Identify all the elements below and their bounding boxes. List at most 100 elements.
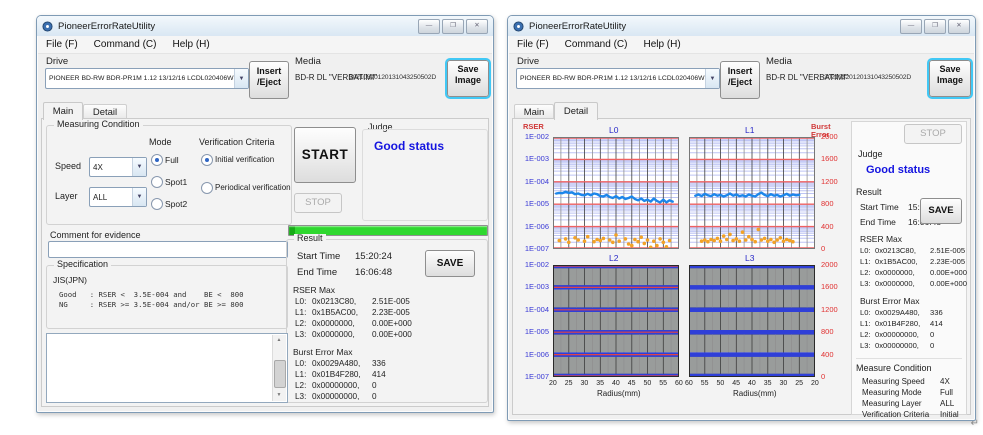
- main-tab-page: Measuring Condition Speed 4X ▼ Layer ALL…: [41, 118, 489, 407]
- measuring-condition-label: Measuring Condition: [54, 120, 143, 129]
- chart-L1: [689, 137, 815, 249]
- burst-error-tick: 1200: [821, 178, 838, 186]
- save-image-line2: Image: [448, 75, 488, 86]
- radio-periodical-verification-label: Periodical verification: [215, 184, 291, 192]
- burst-max-row: L1:0x01B4F280,414: [860, 320, 943, 328]
- menu-file[interactable]: File (F): [517, 39, 549, 50]
- rser-tick: 1E-007: [519, 373, 549, 381]
- save-image-button[interactable]: Save Image: [929, 60, 971, 97]
- window-detail: PioneerErrorRateUtility — ❐ ✕ File (F) C…: [507, 15, 976, 421]
- minimize-icon[interactable]: —: [900, 19, 922, 34]
- rser-tick: 1E-003: [519, 283, 549, 291]
- insert-eject-button[interactable]: Insert /Eject: [720, 61, 760, 99]
- rser-tick: 1E-004: [519, 178, 549, 186]
- radius-tick: 50: [644, 380, 652, 387]
- app-icon: [513, 21, 524, 32]
- titlebar[interactable]: PioneerErrorRateUtility — ❐ ✕: [508, 16, 975, 36]
- comment-input[interactable]: [48, 241, 288, 258]
- chevron-down-icon: ▼: [132, 188, 146, 206]
- rser-tick: 1E-006: [519, 223, 549, 231]
- window-controls: — ❐ ✕: [900, 19, 970, 34]
- burst-error-tick: 2000: [821, 261, 838, 269]
- radius-tick: 45: [628, 380, 636, 387]
- radio-initial-verification-label: Initial verification: [215, 156, 274, 164]
- radio-mode-spot2[interactable]: [151, 198, 163, 210]
- menu-file[interactable]: File (F): [46, 39, 78, 50]
- rser-tick: 1E-003: [519, 155, 549, 163]
- save-button[interactable]: SAVE: [425, 250, 475, 277]
- media-label: Media: [766, 57, 792, 67]
- layer-label: Layer: [55, 192, 78, 201]
- radius-tick: 20: [549, 380, 557, 387]
- radius-tick: 40: [748, 380, 756, 387]
- menu-help[interactable]: Help (H): [643, 39, 680, 50]
- radius-tick: 25: [795, 380, 803, 387]
- scrollbar[interactable]: ▲ ▼: [272, 335, 286, 401]
- drive-value: PIONEER BD-RW BDR-PR1M 1.12 13/12/16 LCD…: [49, 75, 237, 82]
- rser-tick: 1E-007: [519, 245, 549, 253]
- measure-condition-key: Measuring Speed: [862, 378, 925, 386]
- spec-ng-line: NG : RSER >= 3.5E-004 and/or BE >= 800: [59, 300, 244, 310]
- scrollbar-thumb[interactable]: [274, 360, 286, 388]
- rser-max-row: L2:0x0000000,0.00E+000: [860, 269, 967, 277]
- menu-command[interactable]: Command (C): [94, 39, 157, 50]
- drive-select[interactable]: PIONEER BD-RW BDR-PR1M 1.12 13/12/16 LCD…: [45, 68, 249, 89]
- burst-max-row: L0:0x0029A480,336: [860, 309, 943, 317]
- insert-eject-line1: Insert: [250, 66, 288, 77]
- menu-command[interactable]: Command (C): [565, 39, 628, 50]
- scroll-down-icon[interactable]: ▼: [274, 391, 284, 400]
- radio-initial-verification[interactable]: [201, 154, 213, 166]
- radius-tick: 35: [596, 380, 604, 387]
- rser-tick: 1E-004: [519, 306, 549, 314]
- rser-tick: 1E-002: [519, 261, 549, 269]
- radio-periodical-verification[interactable]: [201, 182, 213, 194]
- measure-condition-key: Measuring Layer: [862, 400, 922, 408]
- menu-help[interactable]: Help (H): [172, 39, 209, 50]
- layer-select[interactable]: ALL ▼: [89, 187, 147, 207]
- maximize-icon[interactable]: ❐: [924, 19, 946, 34]
- close-icon[interactable]: ✕: [466, 19, 488, 34]
- burst-error-tick: 400: [821, 223, 834, 231]
- rser-max-row: L2:0x0000000,0.00E+000: [295, 320, 412, 328]
- chart-area: RSER Burst Error L0L1L2L31E-00220001E-00…: [519, 123, 849, 411]
- insert-eject-button[interactable]: Insert /Eject: [249, 61, 289, 99]
- save-button[interactable]: SAVE: [920, 198, 962, 224]
- app-icon: [42, 21, 53, 32]
- save-image-button[interactable]: Save Image: [447, 60, 489, 97]
- drive-label: Drive: [517, 57, 539, 67]
- chart-title-L3: L3: [745, 254, 754, 263]
- tab-detail[interactable]: Detail: [554, 102, 598, 120]
- radius-axis-label: Radius(mm): [597, 390, 641, 398]
- tab-main[interactable]: Main: [43, 102, 83, 120]
- comment-label: Comment for evidence: [50, 231, 141, 240]
- maximize-icon[interactable]: ❐: [442, 19, 464, 34]
- result-group: Result Start Time 15:20:24 End Time 16:0…: [286, 239, 488, 403]
- radius-tick: 50: [717, 380, 725, 387]
- minimize-icon[interactable]: —: [418, 19, 440, 34]
- end-time-label: End Time: [860, 218, 896, 227]
- chevron-down-icon: ▼: [705, 69, 719, 88]
- save-image-line2: Image: [930, 75, 970, 86]
- radio-mode-spot1[interactable]: [151, 176, 163, 188]
- insert-eject-line2: /Eject: [250, 77, 288, 88]
- titlebar[interactable]: PioneerErrorRateUtility — ❐ ✕: [37, 16, 493, 36]
- document-canvas: PioneerErrorRateUtility — ❐ ✕ File (F) C…: [0, 0, 983, 435]
- media-id: 30210320120131043250502D: [349, 75, 436, 82]
- close-icon[interactable]: ✕: [948, 19, 970, 34]
- radius-tick: 40: [612, 380, 620, 387]
- start-button[interactable]: START: [294, 127, 356, 183]
- drive-select[interactable]: PIONEER BD-RW BDR-PR1M 1.12 13/12/16 LCD…: [516, 68, 720, 89]
- detail-tab-page: RSER Burst Error L0L1L2L31E-00220001E-00…: [512, 118, 971, 415]
- spec-standard: JIS(JPN): [53, 276, 87, 285]
- measure-condition-value: Full: [940, 389, 953, 397]
- stop-button[interactable]: STOP: [294, 193, 342, 213]
- start-time-label: Start Time: [297, 252, 340, 262]
- chart-title-L0: L0: [609, 126, 618, 135]
- radio-mode-full[interactable]: [151, 154, 163, 166]
- window-main: PioneerErrorRateUtility — ❐ ✕ File (F) C…: [36, 15, 494, 413]
- scroll-up-icon[interactable]: ▲: [274, 336, 284, 345]
- stop-button[interactable]: STOP: [904, 124, 962, 144]
- return-mark: ↵: [971, 418, 979, 429]
- evidence-listbox[interactable]: ▲ ▼: [46, 333, 288, 403]
- speed-select[interactable]: 4X ▼: [89, 157, 147, 177]
